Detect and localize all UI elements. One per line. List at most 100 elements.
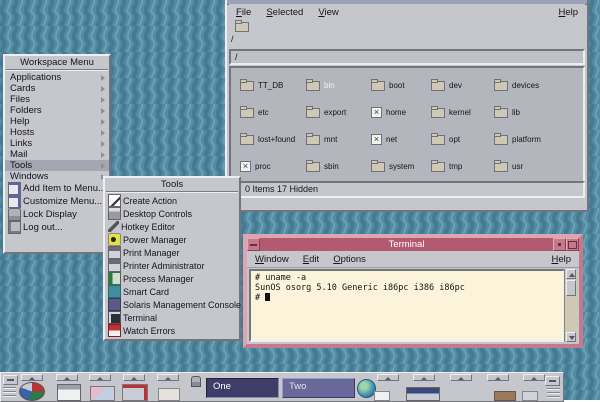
menu-item-links[interactable]: Links bbox=[5, 138, 109, 149]
menu-item-cards[interactable]: Cards bbox=[5, 83, 109, 94]
calendar-subpanel-arrow[interactable] bbox=[56, 374, 78, 381]
file-item[interactable]: kernel bbox=[431, 108, 494, 118]
menu-view[interactable]: View bbox=[318, 7, 338, 18]
maximize-icon bbox=[568, 241, 577, 249]
menu-item-printer-administrator[interactable]: Printer Administrator bbox=[105, 259, 239, 272]
apps-subpanel-arrow[interactable] bbox=[157, 374, 179, 381]
menu-options[interactable]: Options bbox=[333, 254, 366, 265]
maximize-button[interactable] bbox=[566, 238, 579, 251]
menu-item-log-out[interactable]: Log out... bbox=[5, 221, 109, 234]
menu-item-help[interactable]: Help bbox=[5, 116, 109, 127]
file-item[interactable]: TT_DB bbox=[240, 81, 306, 91]
file-item[interactable]: lib bbox=[494, 108, 583, 118]
path-field[interactable]: / bbox=[229, 49, 585, 65]
file-item[interactable]: tmp bbox=[431, 162, 494, 172]
tools-menu-title: Tools bbox=[105, 178, 239, 191]
menu-edit[interactable]: Edit bbox=[303, 254, 319, 265]
file-item[interactable]: dev bbox=[431, 81, 494, 91]
menu-window[interactable]: Window bbox=[255, 254, 289, 265]
file-item[interactable]: proc bbox=[240, 161, 306, 172]
cards-subpanel-arrow[interactable] bbox=[377, 374, 399, 381]
file-item[interactable]: etc bbox=[240, 108, 306, 118]
clock-subpanel-arrow[interactable] bbox=[21, 374, 43, 381]
printer-subpanel-arrow[interactable] bbox=[413, 374, 435, 381]
text-note-icon[interactable] bbox=[158, 388, 180, 401]
panel-minimize-handle[interactable] bbox=[3, 375, 18, 385]
menu-item-customize[interactable]: Customize Menu... bbox=[5, 195, 109, 208]
terminal-screen[interactable]: # uname -aSunOS osorg 5.10 Generic i86pc… bbox=[249, 269, 565, 342]
minimize-button[interactable] bbox=[553, 238, 566, 251]
menu-file[interactable]: File bbox=[236, 7, 251, 18]
file-item[interactable]: system bbox=[371, 162, 431, 172]
folder-icon bbox=[371, 162, 385, 172]
trash-subpanel-arrow[interactable] bbox=[523, 374, 545, 381]
desktop-controls-icon bbox=[108, 207, 121, 220]
file-item[interactable]: devices bbox=[494, 81, 583, 91]
scrollbar-thumb[interactable] bbox=[566, 280, 576, 296]
panel-move-handle-left[interactable] bbox=[3, 385, 16, 399]
menu-item-folders[interactable]: Folders bbox=[5, 105, 109, 116]
scroll-down-arrow[interactable] bbox=[566, 332, 576, 342]
file-item[interactable]: mnt bbox=[306, 135, 371, 145]
text-cursor bbox=[265, 293, 270, 301]
terminal-titlebar[interactable]: Terminal bbox=[247, 238, 579, 251]
mail-subpanel-arrow[interactable] bbox=[123, 374, 145, 381]
file-manager-window: File Selected View Help / / TT_DB bin bo… bbox=[225, 0, 589, 212]
menu-item-smart-card[interactable]: Smart Card bbox=[105, 285, 239, 298]
calendar-icon[interactable] bbox=[57, 384, 81, 401]
lock-icon[interactable] bbox=[191, 376, 201, 387]
menu-item-terminal[interactable]: Terminal bbox=[105, 311, 239, 324]
workspace-one-button[interactable]: One bbox=[206, 378, 279, 398]
menu-item-hotkey-editor[interactable]: Hotkey Editor bbox=[105, 220, 239, 233]
file-item[interactable]: lost+found bbox=[240, 135, 306, 145]
submenu-arrow-icon bbox=[101, 108, 105, 114]
menu-item-watch-errors[interactable]: Watch Errors bbox=[105, 324, 239, 337]
file-item[interactable]: bin bbox=[306, 81, 371, 91]
menu-item-print-manager[interactable]: Print Manager bbox=[105, 246, 239, 259]
file-item[interactable]: usr bbox=[494, 162, 583, 172]
submenu-arrow-icon bbox=[101, 119, 105, 125]
menu-item-create-action[interactable]: Create Action bbox=[105, 194, 239, 207]
front-panel: One Two bbox=[0, 372, 564, 402]
menu-item-tools[interactable]: Tools bbox=[5, 160, 109, 171]
file-item[interactable]: export bbox=[306, 108, 371, 118]
printer-icon[interactable] bbox=[406, 387, 440, 401]
current-folder-indicator[interactable]: / bbox=[231, 22, 271, 48]
scroll-up-arrow[interactable] bbox=[566, 269, 576, 279]
menu-item-hosts[interactable]: Hosts bbox=[5, 127, 109, 138]
file-item[interactable]: platform bbox=[494, 135, 583, 145]
menu-item-applications[interactable]: Applications bbox=[5, 72, 109, 83]
style-subpanel-arrow[interactable] bbox=[450, 374, 472, 381]
workspace-two-button[interactable]: Two bbox=[282, 378, 355, 398]
file-item[interactable]: sbin bbox=[306, 162, 371, 172]
files-subpanel-arrow[interactable] bbox=[89, 374, 111, 381]
menu-selected[interactable]: Selected bbox=[266, 7, 303, 18]
panel-move-handle-right[interactable] bbox=[547, 386, 560, 400]
menu-item-mail[interactable]: Mail bbox=[5, 149, 109, 160]
menu-item-windows[interactable]: Windows bbox=[5, 171, 109, 182]
watch-errors-icon bbox=[108, 324, 121, 337]
menu-item-power-manager[interactable]: Power Manager bbox=[105, 233, 239, 246]
file-item[interactable]: net bbox=[371, 134, 431, 145]
menu-item-lock-display[interactable]: Lock Display bbox=[5, 208, 109, 221]
file-item[interactable]: boot bbox=[371, 81, 431, 91]
panel-minimize-handle-right[interactable] bbox=[545, 376, 560, 386]
terminal-scrollbar[interactable] bbox=[564, 269, 577, 342]
file-manager-icon[interactable] bbox=[90, 386, 115, 401]
menu-item-add-item[interactable]: Add Item to Menu... bbox=[5, 182, 109, 195]
clock-icon[interactable] bbox=[19, 382, 45, 401]
menu-item-solaris-management-console[interactable]: Solaris Management Console bbox=[105, 298, 239, 311]
menu-help[interactable]: Help bbox=[551, 254, 571, 265]
menu-item-files[interactable]: Files bbox=[5, 94, 109, 105]
file-item[interactable]: opt bbox=[431, 135, 494, 145]
menu-help[interactable]: Help bbox=[558, 7, 578, 18]
submenu-arrow-icon bbox=[101, 130, 105, 136]
menu-item-desktop-controls[interactable]: Desktop Controls bbox=[105, 207, 239, 220]
folder-icon bbox=[494, 81, 508, 91]
current-folder-icon bbox=[235, 22, 249, 32]
mail-icon[interactable] bbox=[122, 384, 148, 401]
help-subpanel-arrow[interactable] bbox=[487, 374, 509, 381]
menu-item-process-manager[interactable]: Process Manager bbox=[105, 272, 239, 285]
file-item[interactable]: home bbox=[371, 107, 431, 118]
window-menu-button[interactable] bbox=[247, 238, 260, 251]
